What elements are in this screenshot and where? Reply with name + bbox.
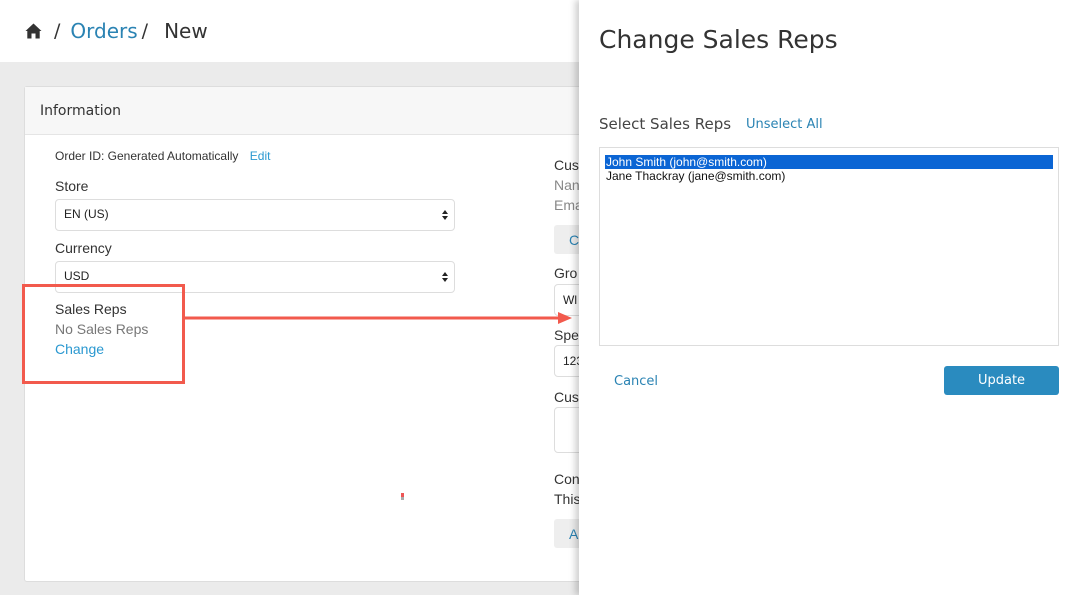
cursor-icon	[400, 488, 405, 500]
breadcrumb-separator: /	[54, 20, 61, 42]
sales-rep-option[interactable]: John Smith (john@smith.com)	[605, 155, 1053, 169]
group-label: Gro	[554, 265, 578, 281]
select-arrows-icon	[442, 270, 448, 284]
custom-label: Cus	[554, 389, 579, 405]
order-id-row: Order ID: Generated Automatically Edit	[55, 149, 270, 163]
store-select-value: EN (US)	[64, 207, 109, 221]
breadcrumb-current: New	[164, 19, 208, 43]
sales-reps-listbox[interactable]: John Smith (john@smith.com) Jane Thackra…	[599, 147, 1059, 346]
unselect-all-link[interactable]: Unselect All	[746, 117, 823, 132]
currency-select-value: USD	[64, 269, 90, 283]
select-arrows-icon	[442, 208, 448, 222]
change-sales-reps-drawer: Change Sales Reps Select Sales Reps Unse…	[579, 0, 1079, 595]
annotation-highlight-box	[22, 284, 185, 384]
order-id-text: Order ID: Generated Automatically	[55, 149, 239, 163]
store-label: Store	[55, 178, 89, 194]
information-panel-title: Information	[25, 87, 593, 135]
annotation-arrow-icon	[184, 308, 574, 328]
cancel-button[interactable]: Cancel	[614, 374, 658, 389]
drawer-title: Change Sales Reps	[599, 25, 838, 54]
breadcrumb-orders-link[interactable]: Orders	[70, 19, 137, 43]
home-icon[interactable]	[25, 23, 42, 39]
currency-label: Currency	[55, 240, 112, 256]
special-label: Spe	[554, 327, 579, 343]
customer-label: Cus	[554, 157, 579, 173]
comment-label: Con	[554, 471, 580, 487]
sales-rep-option[interactable]: Jane Thackray (jane@smith.com)	[605, 169, 1053, 183]
comment-text: This	[554, 491, 581, 507]
order-id-edit-link[interactable]: Edit	[250, 149, 271, 163]
breadcrumb-separator: /	[141, 20, 149, 42]
customer-name-label: Nan	[554, 177, 580, 193]
store-field: Store EN (US)	[55, 178, 455, 231]
update-button[interactable]: Update	[944, 366, 1059, 395]
store-select[interactable]: EN (US)	[55, 199, 455, 231]
select-sales-reps-label: Select Sales Reps	[599, 115, 732, 133]
